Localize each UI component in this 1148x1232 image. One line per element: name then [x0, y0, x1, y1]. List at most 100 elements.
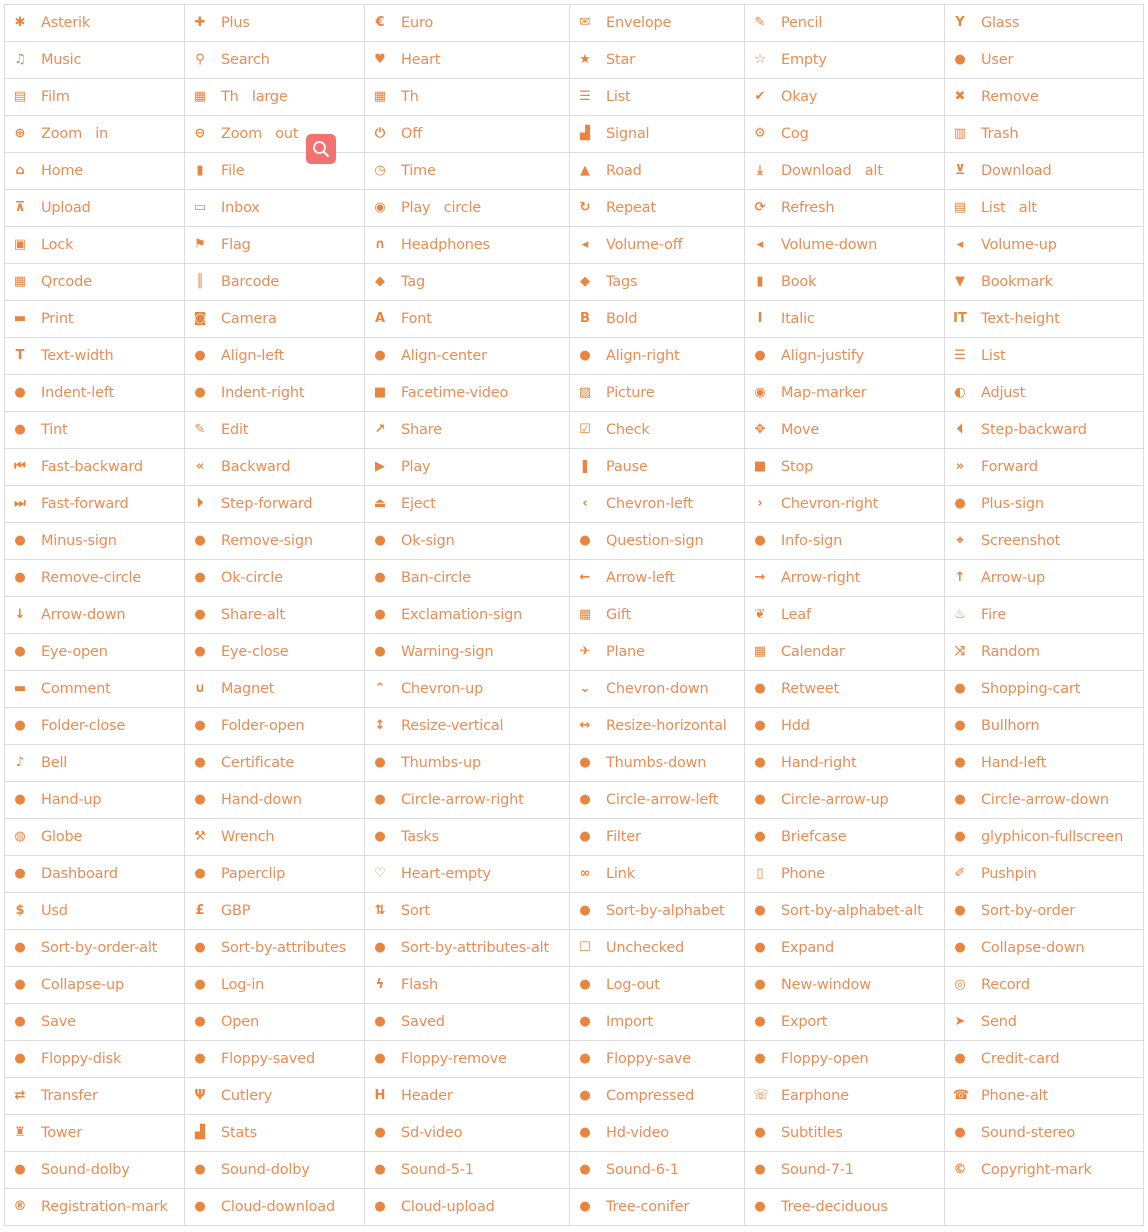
icon-cell-cloud-download[interactable]: ● Cloud-download	[184, 1188, 365, 1226]
icon-cell-open[interactable]: ● Open	[184, 1003, 365, 1041]
icon-cell-print[interactable]: ▬ Print	[4, 300, 185, 338]
icon-cell-chevron-down[interactable]: ⌄ Chevron-down	[569, 670, 745, 708]
icon-cell-exclamation-sign[interactable]: ● Exclamation-sign	[364, 596, 570, 634]
icon-cell-arrow-down[interactable]: ↓ Arrow-down	[4, 596, 185, 634]
icon-cell-registration-mark[interactable]: ® Registration-mark	[4, 1188, 185, 1226]
icon-cell-circle-arrow-right[interactable]: ● Circle-arrow-right	[364, 781, 570, 819]
icon-cell-backward[interactable]: « Backward	[184, 448, 365, 486]
icon-cell-stats[interactable]: ▟ Stats	[184, 1114, 365, 1152]
icon-cell-sort-by-alphabet-alt[interactable]: ● Sort-by-alphabet-alt	[744, 892, 945, 930]
icon-cell-tower[interactable]: ♜ Tower	[4, 1114, 185, 1152]
icon-cell-tag[interactable]: ◆ Tag	[364, 263, 570, 301]
icon-cell-sound-dolby[interactable]: ● Sound-dolby	[4, 1151, 185, 1189]
icon-cell-credit-card[interactable]: ● Credit-card	[944, 1040, 1144, 1078]
icon-cell-bell[interactable]: ♪ Bell	[4, 744, 185, 782]
icon-cell-th[interactable]: ▦ Th	[364, 78, 570, 116]
icon-cell-tint[interactable]: ● Tint	[4, 411, 185, 449]
icon-cell-list[interactable]: ☰ List	[569, 78, 745, 116]
icon-cell-signal[interactable]: ▟ Signal	[569, 115, 745, 153]
icon-cell-bullhorn[interactable]: ● Bullhorn	[944, 707, 1144, 745]
icon-cell-hd-video[interactable]: ● Hd-video	[569, 1114, 745, 1152]
icon-cell-download[interactable]: ⊻ Download	[944, 152, 1144, 190]
icon-cell-hand-up[interactable]: ● Hand-up	[4, 781, 185, 819]
icon-cell-inbox[interactable]: ▭ Inbox	[184, 189, 365, 227]
icon-cell-tags[interactable]: ◆ Tags	[569, 263, 745, 301]
icon-cell-arrow-right[interactable]: → Arrow-right	[744, 559, 945, 597]
icon-cell-saved[interactable]: ● Saved	[364, 1003, 570, 1041]
icon-cell-gift[interactable]: ▦ Gift	[569, 596, 745, 634]
icon-cell-circle-arrow-left[interactable]: ● Circle-arrow-left	[569, 781, 745, 819]
icon-cell-new-window[interactable]: ● New-window	[744, 966, 945, 1004]
icon-cell-calendar[interactable]: ▦ Calendar	[744, 633, 945, 671]
icon-cell-star[interactable]: ★ Star	[569, 41, 745, 79]
icon-cell-phone[interactable]: ▯ Phone	[744, 855, 945, 893]
icon-cell-camera[interactable]: ◙ Camera	[184, 300, 365, 338]
icon-cell-film[interactable]: ▤ Film	[4, 78, 185, 116]
icon-cell-forward[interactable]: » Forward	[944, 448, 1144, 486]
icon-cell-pencil[interactable]: ✎ Pencil	[744, 4, 945, 42]
icon-cell-hand-down[interactable]: ● Hand-down	[184, 781, 365, 819]
icon-cell-circle-arrow-down[interactable]: ● Circle-arrow-down	[944, 781, 1144, 819]
icon-cell-move[interactable]: ✥ Move	[744, 411, 945, 449]
icon-cell-cog[interactable]: ⚙ Cog	[744, 115, 945, 153]
icon-cell-italic[interactable]: I Italic	[744, 300, 945, 338]
icon-cell-step-forward[interactable]: ⏵ Step-forward	[184, 485, 365, 523]
icon-cell-upload[interactable]: ⊼ Upload	[4, 189, 185, 227]
icon-cell-minus-sign[interactable]: ● Minus-sign	[4, 522, 185, 560]
icon-cell-collapse-up[interactable]: ● Collapse-up	[4, 966, 185, 1004]
icon-cell-shopping-cart[interactable]: ● Shopping-cart	[944, 670, 1144, 708]
icon-cell-paperclip[interactable]: ● Paperclip	[184, 855, 365, 893]
icon-cell-fire[interactable]: ♨ Fire	[944, 596, 1144, 634]
icon-cell-align-center[interactable]: ● Align-center	[364, 337, 570, 375]
icon-cell-phone-alt[interactable]: ☎ Phone-alt	[944, 1077, 1144, 1115]
icon-cell-align-left[interactable]: ● Align-left	[184, 337, 365, 375]
icon-cell-okay[interactable]: ✔ Okay	[744, 78, 945, 116]
icon-cell-eject[interactable]: ⏏ Eject	[364, 485, 570, 523]
icon-cell-barcode[interactable]: ║ Barcode	[184, 263, 365, 301]
icon-cell-volume-off[interactable]: ◂ Volume-off	[569, 226, 745, 264]
icon-cell-check[interactable]: ☑ Check	[569, 411, 745, 449]
icon-cell-envelope[interactable]: ✉ Envelope	[569, 4, 745, 42]
icon-cell-list-alt[interactable]: ▤ List alt	[944, 189, 1144, 227]
icon-cell-th-large[interactable]: ▦ Th large	[184, 78, 365, 116]
icon-cell-globe[interactable]: ◍ Globe	[4, 818, 185, 856]
icon-cell-ban-circle[interactable]: ● Ban-circle	[364, 559, 570, 597]
icon-cell-sound-6-1[interactable]: ● Sound-6-1	[569, 1151, 745, 1189]
icon-cell-link[interactable]: ∞ Link	[569, 855, 745, 893]
icon-cell-eye-close[interactable]: ● Eye-close	[184, 633, 365, 671]
icon-cell-sort-by-order-alt[interactable]: ● Sort-by-order-alt	[4, 929, 185, 967]
icon-cell-sound-5-1[interactable]: ● Sound-5-1	[364, 1151, 570, 1189]
icon-cell-zoom-out[interactable]: ⊖ Zoom out	[184, 115, 365, 153]
icon-cell-floppy-save[interactable]: ● Floppy-save	[569, 1040, 745, 1078]
icon-cell-cloud-upload[interactable]: ● Cloud-upload	[364, 1188, 570, 1226]
icon-cell-lock[interactable]: ▣ Lock	[4, 226, 185, 264]
icon-cell-arrow-up[interactable]: ↑ Arrow-up	[944, 559, 1144, 597]
icon-cell-align-justify[interactable]: ● Align-justify	[744, 337, 945, 375]
icon-cell-heart[interactable]: ♥ Heart	[364, 41, 570, 79]
icon-cell-remove-circle[interactable]: ● Remove-circle	[4, 559, 185, 597]
icon-cell-bold[interactable]: B Bold	[569, 300, 745, 338]
icon-cell-retweet[interactable]: ● Retweet	[744, 670, 945, 708]
icon-cell-hand-right[interactable]: ● Hand-right	[744, 744, 945, 782]
icon-cell-zoom-in[interactable]: ⊕ Zoom in	[4, 115, 185, 153]
icon-cell-refresh[interactable]: ⟳ Refresh	[744, 189, 945, 227]
icon-cell-collapse-down[interactable]: ● Collapse-down	[944, 929, 1144, 967]
icon-cell-magnet[interactable]: ∪ Magnet	[184, 670, 365, 708]
icon-cell-search[interactable]: ⚲ Search	[184, 41, 365, 79]
icon-cell-stop[interactable]: ■ Stop	[744, 448, 945, 486]
icon-cell-flash[interactable]: ϟ Flash	[364, 966, 570, 1004]
icon-cell-font[interactable]: A Font	[364, 300, 570, 338]
icon-cell-volume-down[interactable]: ◂ Volume-down	[744, 226, 945, 264]
icon-cell-log-out[interactable]: ● Log-out	[569, 966, 745, 1004]
icon-cell-floppy-open[interactable]: ● Floppy-open	[744, 1040, 945, 1078]
icon-cell-floppy-remove[interactable]: ● Floppy-remove	[364, 1040, 570, 1078]
icon-cell-off[interactable]: ⏻ Off	[364, 115, 570, 153]
icon-cell-ok-sign[interactable]: ● Ok-sign	[364, 522, 570, 560]
icon-cell-warning-sign[interactable]: ● Warning-sign	[364, 633, 570, 671]
icon-cell-time[interactable]: ◷ Time	[364, 152, 570, 190]
icon-cell-question-sign[interactable]: ● Question-sign	[569, 522, 745, 560]
icon-cell-resize-vertical[interactable]: ↕ Resize-vertical	[364, 707, 570, 745]
icon-cell-send[interactable]: ➤ Send	[944, 1003, 1144, 1041]
icon-cell-random[interactable]: ⤨ Random	[944, 633, 1144, 671]
icon-cell-hdd[interactable]: ● Hdd	[744, 707, 945, 745]
